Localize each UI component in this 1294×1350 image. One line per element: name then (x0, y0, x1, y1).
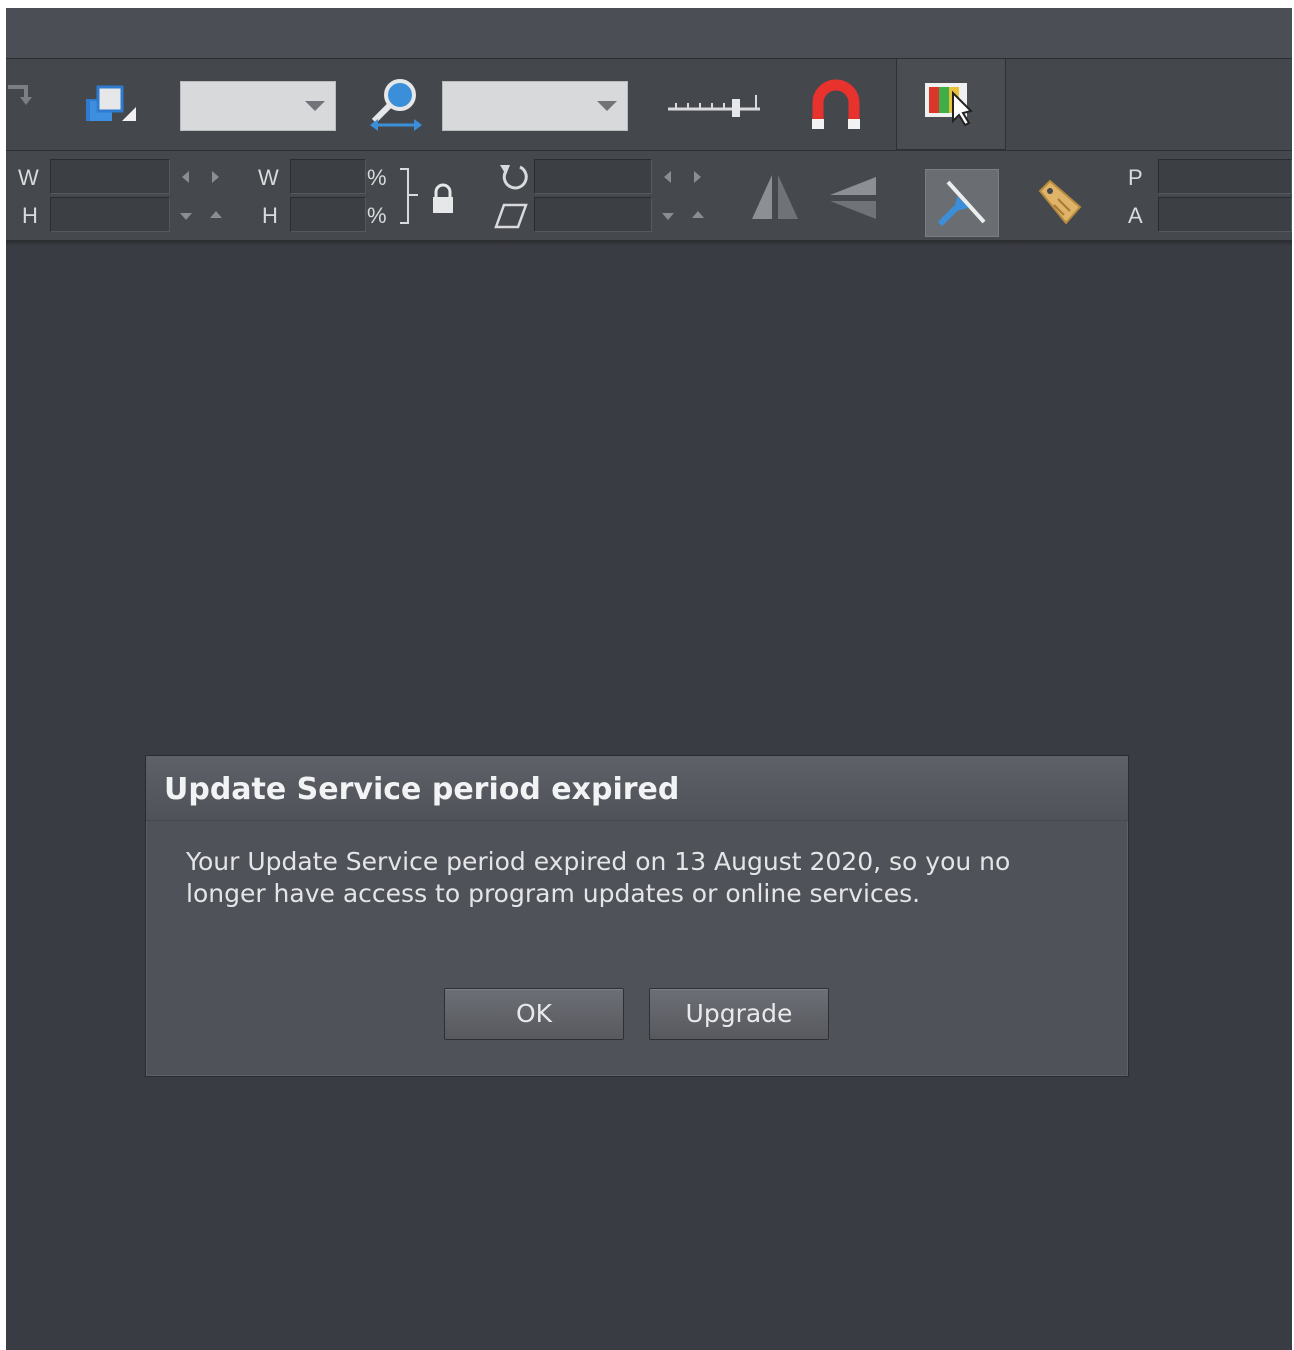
ok-button[interactable]: OK (444, 988, 624, 1040)
skew-icon[interactable] (494, 203, 528, 229)
dialog-title: Update Service period expired (164, 772, 680, 807)
nudge-down-icon[interactable] (180, 213, 192, 220)
dialog-message: Your Update Service period expired on 13… (186, 847, 1011, 908)
scale-width-label: W (258, 165, 279, 190)
scale-height-field[interactable] (290, 197, 366, 232)
rotation-field[interactable] (534, 159, 652, 194)
zoom-dropdown[interactable] (442, 81, 628, 131)
scale-width-unit: % (367, 165, 387, 190)
update-expired-dialog: Update Service period expired Your Updat… (145, 755, 1129, 1077)
arrange-icon[interactable] (84, 81, 140, 133)
ruler-icon[interactable] (666, 89, 766, 123)
back-icon[interactable] (6, 81, 34, 109)
main-toolbar (6, 58, 1292, 151)
nudge-right-icon[interactable] (694, 171, 701, 183)
toolbar-shadow (6, 240, 1292, 246)
position-p-field[interactable] (1158, 159, 1292, 194)
scale-height-unit: % (367, 203, 387, 228)
nudge-down-icon[interactable] (662, 213, 674, 220)
position-p-label: P (1128, 165, 1143, 190)
rotate-icon[interactable] (498, 161, 530, 193)
dialog-title-bar[interactable]: Update Service period expired (146, 756, 1128, 821)
tag-icon[interactable] (1036, 177, 1086, 227)
height-label: H (22, 203, 38, 228)
upgrade-button[interactable]: Upgrade (649, 988, 829, 1040)
arrange-dropdown[interactable] (180, 81, 336, 131)
link-bracket-icon (400, 168, 418, 224)
position-a-field[interactable] (1158, 197, 1292, 232)
lock-icon[interactable] (430, 183, 456, 215)
zoom-icon[interactable] (366, 75, 428, 133)
nudge-up-icon[interactable] (210, 211, 222, 218)
flip-horizontal-icon[interactable] (750, 173, 800, 223)
infobar: W H W H % % P A (6, 150, 1292, 241)
position-a-label: A (1128, 203, 1143, 228)
snap-magnet-icon[interactable] (810, 77, 862, 133)
scale-height-label: H (262, 203, 278, 228)
app-window: W H W H % % P A Update Service period ex… (6, 8, 1292, 1350)
width-label: W (18, 165, 39, 190)
selector-tool-button[interactable] (925, 169, 999, 237)
color-picker-icon[interactable] (923, 79, 975, 129)
chevron-down-icon (305, 101, 325, 111)
toolbar-group-main (6, 59, 890, 151)
nudge-left-icon[interactable] (664, 171, 671, 183)
width-field[interactable] (50, 159, 170, 194)
scale-width-field[interactable] (290, 159, 366, 194)
selector-tool-icon (937, 180, 986, 227)
skew-field[interactable] (534, 197, 652, 232)
toolbar-group-color (896, 59, 1006, 150)
height-field[interactable] (50, 197, 170, 232)
flip-vertical-icon[interactable] (826, 173, 880, 223)
nudge-up-icon[interactable] (692, 211, 704, 218)
nudge-right-icon[interactable] (212, 171, 219, 183)
nudge-left-icon[interactable] (182, 171, 189, 183)
chevron-down-icon (597, 101, 617, 111)
title-bar (6, 8, 1292, 58)
